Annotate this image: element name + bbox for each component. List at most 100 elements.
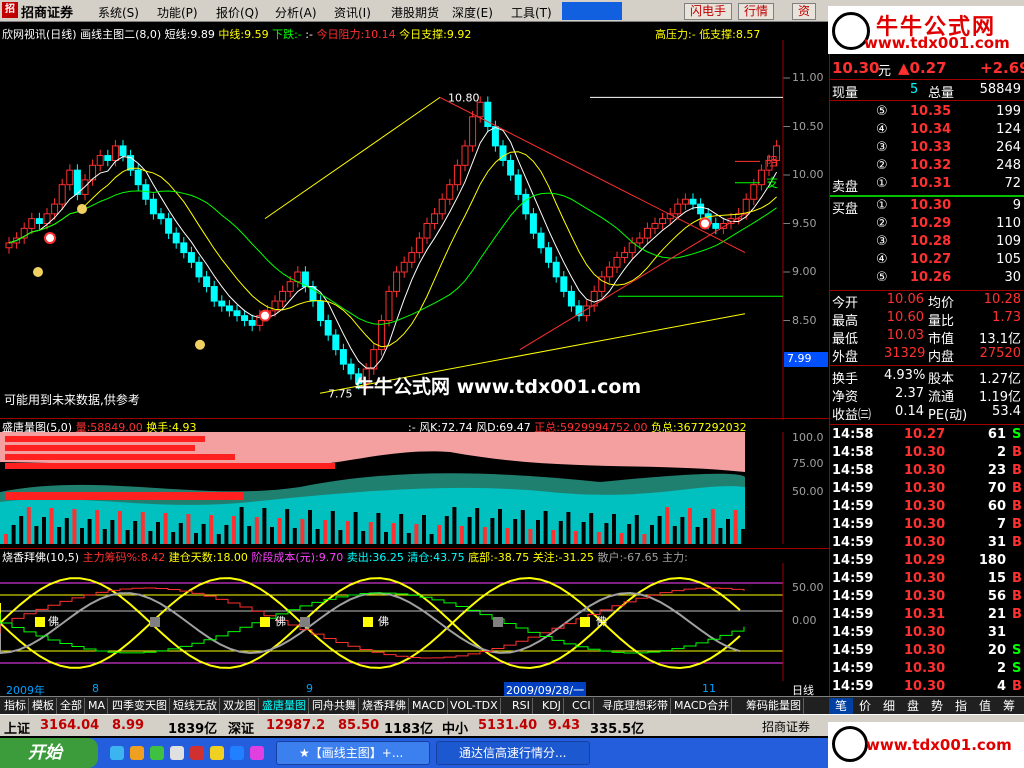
indicator-tab[interactable]: RSI	[510, 698, 533, 714]
start-button[interactable]: 开始	[0, 738, 98, 768]
volume-bar	[102, 529, 107, 544]
quote-tab[interactable]: 势	[925, 698, 949, 714]
volume-bar	[353, 512, 358, 544]
tick-volume: 180	[978, 553, 1006, 568]
menu-info[interactable]: 资讯(I)	[334, 4, 371, 21]
low-label: 7.75	[328, 387, 353, 400]
menu-analysis[interactable]: 分析(A)	[275, 4, 317, 21]
stat-value: 0.14	[895, 404, 924, 419]
ask-row: ③ 10.33 264	[830, 140, 1024, 157]
quick-launch-misc-icon[interactable]	[250, 746, 264, 760]
indicator-tab[interactable]: 四季变天图	[110, 698, 170, 714]
menu-tools[interactable]: 工具(T)	[511, 4, 552, 21]
indicator-tab[interactable]: 双龙图	[221, 698, 259, 714]
indicator-tab[interactable]: KDJ	[540, 698, 564, 714]
buddha-indicator-chart[interactable]: 佛佛佛佛	[0, 563, 790, 681]
panel2-y-tick-label: 50.00	[792, 485, 824, 498]
book-volume: 105	[996, 252, 1021, 267]
book-level: ②	[876, 158, 888, 173]
quote-tab[interactable]: 细	[877, 698, 901, 714]
tick-price: 10.30	[904, 481, 946, 496]
quote-tab[interactable]: 指	[949, 698, 973, 714]
quick-launch-app-icon[interactable]	[150, 746, 164, 760]
menu-system[interactable]: 系统(S)	[98, 4, 139, 21]
indicator-tab[interactable]: 模板	[30, 698, 57, 714]
info-button[interactable]: 资	[792, 3, 817, 20]
menu-hk-futures[interactable]: 港股期货	[391, 4, 439, 21]
candlestick-chart[interactable]: 10.80 7.75 阻支	[0, 40, 790, 420]
quick-launch-ie-icon[interactable]	[110, 746, 124, 760]
candle-body	[58, 184, 66, 205]
taskbar-task-tdx[interactable]: 通达信高速行情分...	[436, 741, 590, 765]
tick-price: 10.30	[904, 499, 946, 514]
quick-launch-folder-icon[interactable]	[210, 746, 224, 760]
candle-body	[545, 247, 553, 263]
volume-bar	[110, 520, 115, 544]
tick-time: 14:59	[832, 535, 874, 550]
candle-body	[438, 198, 446, 215]
indicator-tab[interactable]: VOL-TDX	[448, 698, 501, 714]
tick-flag: S	[1012, 427, 1022, 442]
menu-depth[interactable]: 深度(E)	[452, 4, 493, 21]
stat-value: 53.4	[992, 404, 1021, 419]
indicator-tab[interactable]: 指标	[2, 698, 29, 714]
flash-trade-button[interactable]: 闪电手	[684, 3, 733, 20]
candle-body	[248, 320, 256, 326]
volume-bar	[338, 530, 343, 544]
indicator-tab[interactable]: 筹码能量图	[744, 698, 804, 714]
tick-time: 14:59	[832, 571, 874, 586]
tick-volume: 70	[987, 481, 1006, 496]
stat-label: 内盘	[928, 350, 955, 365]
tick-price: 10.30	[904, 463, 946, 478]
book-separator	[830, 195, 1024, 197]
indicator-tab[interactable]: 盛唐量图	[260, 698, 309, 714]
candle-body	[476, 101, 484, 118]
quote-tab[interactable]: 笔	[829, 698, 853, 714]
book-volume: 30	[1004, 270, 1021, 285]
stats-separator	[830, 290, 1024, 291]
banner-url: www.tdx001.com	[864, 34, 1010, 52]
menu-quote[interactable]: 报价(Q)	[216, 4, 259, 21]
book-level: ③	[876, 140, 888, 155]
volume-bar	[650, 525, 654, 544]
quote-tab[interactable]: 盘	[901, 698, 925, 714]
tick-time: 14:58	[832, 463, 874, 478]
quote-tab[interactable]: 筹	[997, 698, 1021, 714]
volume-bar	[95, 510, 100, 544]
indicator-tab[interactable]: 短线无敌	[171, 698, 220, 714]
volume-chart[interactable]	[0, 432, 790, 544]
indicator-tab[interactable]: 同舟共舞	[310, 698, 359, 714]
menu-function[interactable]: 功能(P)	[157, 4, 198, 21]
quick-launch-media-icon[interactable]	[190, 746, 204, 760]
tick-price: 10.27	[904, 427, 946, 442]
indicator-tab[interactable]: 全部	[58, 698, 85, 714]
quick-launch-tool-icon[interactable]	[230, 746, 244, 760]
volume-bar	[201, 524, 206, 544]
sh-index-label[interactable]: 上证	[4, 718, 30, 737]
indicator-tab[interactable]: MA	[86, 698, 109, 714]
quick-launch-desktop-icon[interactable]	[130, 746, 144, 760]
volume-bar	[444, 516, 449, 544]
quote-header: 10.30 元 ▲0.27 +2.69	[830, 57, 1024, 79]
quote-tab[interactable]: 值	[973, 698, 997, 714]
market-button[interactable]: 行情	[738, 3, 775, 20]
volume-bar	[467, 517, 472, 544]
buddha-label: 佛	[48, 615, 59, 628]
quote-tab[interactable]: 价	[853, 698, 877, 714]
sz-index-label[interactable]: 深证	[228, 718, 254, 737]
candle-body	[203, 276, 211, 288]
indicator-tab[interactable]: 烧香拜佛	[360, 698, 409, 714]
indicator-tab[interactable]: CCI	[570, 698, 594, 714]
taskbar-task-formula[interactable]: ★【画线主图】+...	[276, 741, 430, 765]
stat-value: 31329	[884, 346, 926, 361]
indicator-tab[interactable]: MACD	[410, 698, 448, 714]
stat-value: 1.27亿	[979, 372, 1021, 387]
indicator-tab[interactable]: 寻底理想彩带	[600, 698, 671, 714]
indicator-tab[interactable]: MACD合并	[672, 698, 732, 714]
bottom-brand-banner: www.tdx001.com	[828, 722, 1024, 768]
candle-body	[681, 198, 689, 205]
panel2-y-tick-label: 100.0	[792, 431, 824, 444]
quick-launch-explorer-icon[interactable]	[170, 746, 184, 760]
tick-row: 14:59 10.31 21 B	[830, 607, 1024, 624]
zx-index-label[interactable]: 中小	[442, 718, 468, 737]
